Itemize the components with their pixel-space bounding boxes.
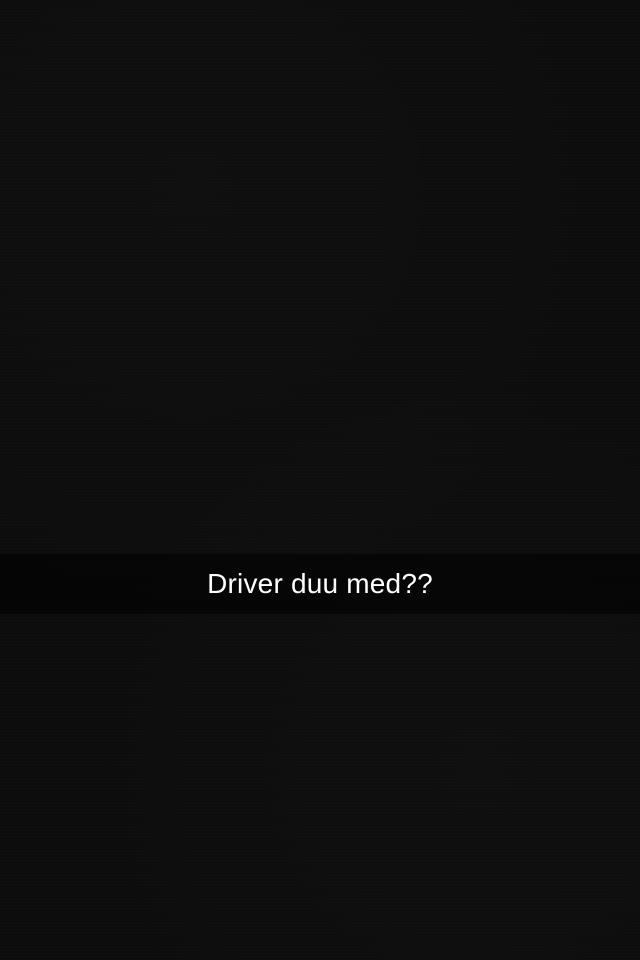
- caption-bar: Driver duu med??: [0, 554, 640, 614]
- caption-text: Driver duu med??: [207, 568, 433, 599]
- snap-photo-view[interactable]: Driver duu med??: [0, 0, 640, 960]
